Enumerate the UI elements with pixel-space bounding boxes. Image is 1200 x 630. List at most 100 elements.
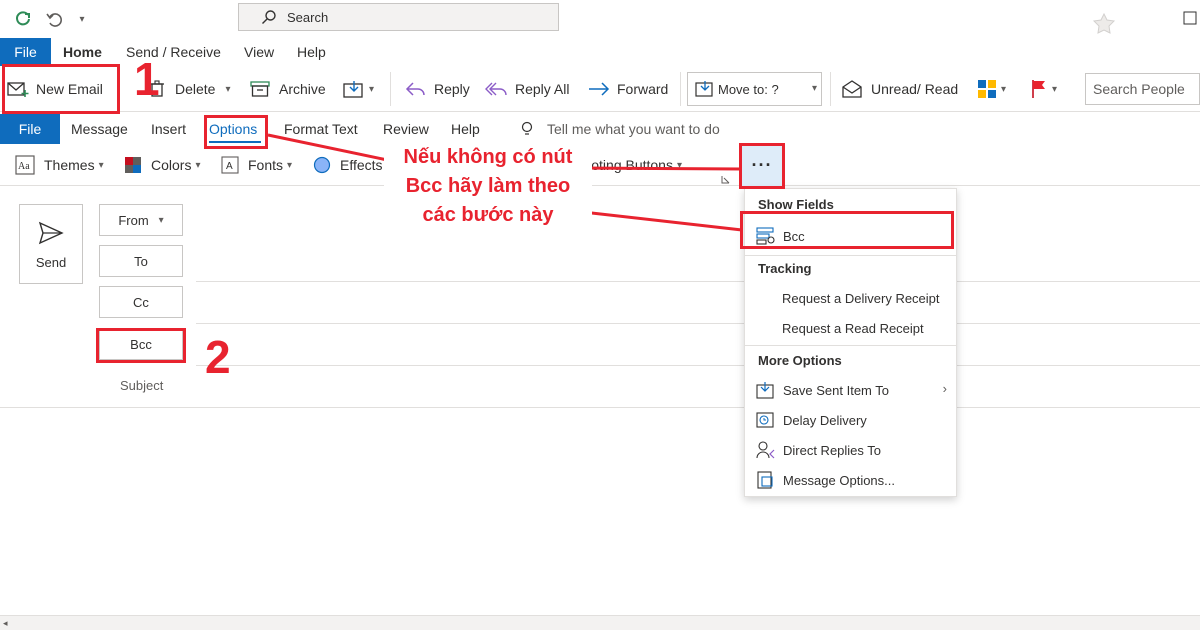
to-label: To <box>134 253 148 269</box>
effects-button[interactable]: Effects ▾ <box>312 153 392 177</box>
move-mail-button[interactable]: ▾ <box>343 74 374 104</box>
direct-replies-label: Direct Replies To <box>783 442 882 458</box>
options-ribbon: Aa Themes ▾ Colors ▾ A Fonts ▾ Effects ▾… <box>0 144 1200 186</box>
message-options-label: Message Options... <box>783 472 895 488</box>
chevron-down-icon: ▾ <box>195 159 201 171</box>
reply-all-button[interactable]: Reply All <box>485 74 569 104</box>
tab-file-label: File <box>14 44 37 60</box>
tab-help-compose[interactable]: Help <box>451 121 480 137</box>
annotation-box-bcc-field <box>96 328 186 363</box>
chevron-down-icon: ▾ <box>287 159 293 171</box>
lightbulb-icon <box>519 121 535 137</box>
ribbon-divider <box>680 72 681 106</box>
search-people-input[interactable]: Search People <box>1085 73 1200 105</box>
direct-replies-icon <box>755 441 777 459</box>
dialog-launcher-icon[interactable] <box>720 174 730 184</box>
chevron-down-icon: ▾ <box>1001 83 1007 95</box>
tab-format-text[interactable]: Format Text <box>284 121 358 137</box>
flag-icon <box>1030 79 1048 99</box>
subject-input[interactable] <box>0 366 1200 408</box>
tab-file-main[interactable]: File <box>0 38 51 66</box>
delay-delivery-icon <box>755 411 777 429</box>
ribbon-divider <box>390 72 391 106</box>
svg-text:A: A <box>226 161 233 172</box>
colors-icon <box>123 156 143 174</box>
to-button[interactable]: To <box>99 245 183 277</box>
themes-button[interactable]: Aa Themes ▾ <box>14 153 104 177</box>
themes-label: Themes <box>44 157 95 173</box>
tab-home[interactable]: Home <box>63 44 102 60</box>
title-bar: ▾ Search <box>0 0 1200 38</box>
save-sent-item-label: Save Sent Item To <box>783 382 889 398</box>
effects-icon <box>312 156 332 174</box>
tab-file-compose-label: File <box>18 121 42 137</box>
horizontal-scrollbar[interactable]: ◂ <box>0 615 1200 630</box>
title-search-box[interactable]: Search <box>238 3 559 31</box>
chevron-down-icon: ▾ <box>158 214 164 226</box>
ribbon-divider <box>830 72 831 106</box>
colors-label: Colors <box>151 157 192 173</box>
tab-help[interactable]: Help <box>297 44 326 60</box>
tell-me-label: Tell me what you want to do <box>547 121 720 137</box>
scroll-left-icon[interactable]: ◂ <box>3 618 8 629</box>
move-to-label: Move to: ? <box>718 81 779 97</box>
chevron-down-icon: ▾ <box>811 83 817 94</box>
themes-icon: Aa <box>14 155 36 175</box>
compose-tab-bar: File Message Insert Options Format Text … <box>0 112 1200 144</box>
colors-button[interactable]: Colors ▾ <box>123 153 201 177</box>
from-button[interactable]: From ▾ <box>99 204 183 236</box>
tab-insert[interactable]: Insert <box>151 121 186 137</box>
customize-toolbar-icon[interactable]: ▾ <box>74 8 90 30</box>
send-label: Send <box>35 254 67 270</box>
annotation-box-options-tab <box>204 115 268 149</box>
fonts-icon: A <box>220 156 240 174</box>
archive-button[interactable]: Archive <box>250 74 326 104</box>
annotation-box-new-email <box>2 64 120 114</box>
archive-label: Archive <box>279 81 326 97</box>
chevron-down-icon: ▾ <box>1052 83 1058 95</box>
tab-review[interactable]: Review <box>383 121 429 137</box>
bcc-input[interactable] <box>196 325 1200 366</box>
sync-icon[interactable] <box>12 8 34 30</box>
to-input[interactable] <box>196 242 1200 282</box>
menu-separator <box>745 345 956 346</box>
tab-file-compose[interactable]: File <box>0 114 60 144</box>
message-options-item[interactable]: Message Options... <box>745 465 957 495</box>
undo-icon[interactable] <box>43 8 65 30</box>
send-button[interactable]: Send <box>19 204 83 284</box>
message-body[interactable] <box>0 409 1200 615</box>
follow-up-button[interactable]: ▾ <box>1030 74 1057 104</box>
delivery-receipt-item[interactable]: Request a Delivery Receipt <box>745 283 957 313</box>
main-tab-bar: File Home Send / Receive View Help <box>0 38 1200 66</box>
move-to-dropdown[interactable]: Move to: ? ▾ <box>687 72 822 106</box>
tab-message[interactable]: Message <box>71 121 128 137</box>
delay-delivery-item[interactable]: Delay Delivery <box>745 405 957 435</box>
reply-icon <box>405 80 427 98</box>
cc-button[interactable]: Cc <box>99 286 183 318</box>
reply-label: Reply <box>434 81 470 97</box>
message-options-icon <box>755 471 777 489</box>
callout-line-3: các bước này <box>422 204 554 226</box>
save-sent-item-item[interactable]: Save Sent Item To › <box>745 375 957 405</box>
tell-me-box[interactable]: Tell me what you want to do <box>519 118 720 140</box>
categorize-button[interactable]: ▾ <box>977 74 1006 104</box>
more-options-header: More Options <box>758 353 842 368</box>
window-control-icon[interactable] <box>1180 8 1200 28</box>
show-fields-header: Show Fields <box>758 197 834 212</box>
chevron-right-icon: › <box>942 381 947 396</box>
annotation-step-1: 1 <box>134 53 160 105</box>
unread-read-button[interactable]: Unread/ Read <box>841 74 958 104</box>
chevron-down-icon: ▾ <box>225 83 231 95</box>
tab-view[interactable]: View <box>244 44 274 60</box>
read-receipt-item[interactable]: Request a Read Receipt <box>745 313 957 343</box>
menu-separator <box>745 255 956 256</box>
callout-line-2: Bcc hãy làm theo <box>405 175 571 197</box>
direct-replies-item[interactable]: Direct Replies To <box>745 435 957 465</box>
title-search-label: Search <box>287 9 329 25</box>
search-icon <box>261 9 277 25</box>
annotation-box-bcc-menu <box>740 211 954 249</box>
reply-button[interactable]: Reply <box>405 74 470 104</box>
cc-input[interactable] <box>196 283 1200 324</box>
forward-button[interactable]: Forward <box>588 74 668 104</box>
fonts-button[interactable]: A Fonts ▾ <box>220 153 292 177</box>
